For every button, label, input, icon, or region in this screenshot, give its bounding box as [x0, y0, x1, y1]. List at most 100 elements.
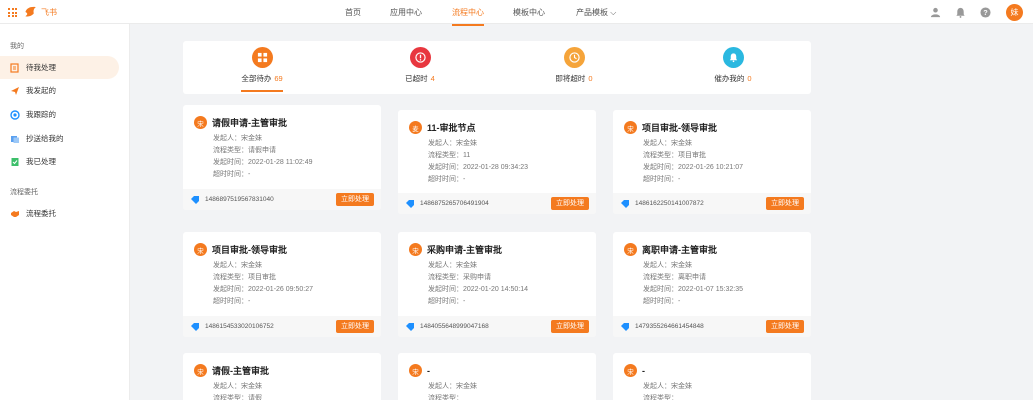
stat-label: 即将超时 — [555, 74, 586, 83]
field-label: 流程类型： — [428, 274, 463, 281]
task-title: 项目审批-领导审批 — [212, 245, 287, 255]
field-label: 流程类型： — [428, 152, 463, 159]
field-label: 发起人： — [428, 140, 456, 147]
tag-icon — [621, 200, 629, 208]
top-bar: 飞书 首页 应用中心 流程中心 模板中心 产品模板 ⌵ ? 妹 — [0, 0, 1033, 26]
type-value: 11 — [463, 152, 471, 159]
field-label: 超时时间： — [213, 171, 248, 178]
process-id: 1486875265706491904 — [420, 200, 489, 207]
tracking-icon — [10, 109, 20, 120]
time-value: 2022-01-28 11:02:49 — [248, 159, 313, 166]
task-card[interactable]: 宋项目审批-领导审批 发起人：宋金妹 流程类型：项目审批 发起时间：2022-0… — [613, 110, 811, 214]
time-value: 2022-01-28 09:34:23 — [463, 164, 528, 171]
field-label: 超时时间： — [643, 298, 678, 305]
task-title: - — [642, 365, 645, 376]
nav-product-template-label: 产品模板 — [576, 8, 608, 17]
alert-icon — [409, 47, 431, 68]
type-value: 请假 — [248, 395, 262, 400]
nav-template-center[interactable]: 模板中心 — [513, 7, 545, 18]
timeout-value: - — [678, 298, 681, 305]
initiator-avatar: 宋 — [409, 243, 422, 256]
sidebar-item-tracking[interactable]: 我跟踪的 — [0, 103, 119, 126]
stat-urged[interactable]: 催办我的 0 — [683, 47, 783, 84]
field-label: 流程类型： — [213, 274, 248, 281]
initiator-avatar: 宋 — [409, 364, 422, 377]
stat-due-soon[interactable]: 即将超时 0 — [524, 47, 624, 84]
field-label: 发起人： — [213, 135, 241, 142]
task-card[interactable]: 宋离职申请-主管审批 发起人：宋金妹 流程类型：离职申请 发起时间：2022-0… — [613, 232, 811, 337]
handshake-icon — [11, 210, 19, 217]
stat-label: 催办我的 — [714, 74, 745, 83]
sidebar-item-pending[interactable]: 待我处理 — [0, 56, 119, 79]
nav-product-template[interactable]: 产品模板 ⌵ — [576, 7, 616, 18]
field-label: 发起人： — [643, 262, 671, 269]
avatar[interactable]: 妹 — [1006, 3, 1023, 21]
tag-icon — [191, 196, 199, 204]
process-id: 1479355264661454848 — [635, 323, 704, 330]
bell-icon[interactable] — [951, 3, 969, 21]
task-card[interactable]: 麦 11-审批节点 发起人：宋金妹 流程类型：11 发起时间：2022-01-28… — [398, 110, 596, 214]
tag-icon — [191, 323, 199, 331]
svg-text:?: ? — [983, 7, 988, 16]
sidebar-item-cc[interactable]: 抄送给我的 — [0, 127, 119, 150]
process-now-button[interactable]: 立即处理 — [336, 193, 374, 206]
initiator-avatar: 宋 — [194, 116, 207, 129]
help-icon[interactable]: ? — [976, 3, 994, 21]
type-value: 请假申请 — [248, 147, 276, 154]
tag-icon — [621, 323, 629, 331]
time-value: 2022-01-07 15:32:35 — [678, 286, 743, 293]
task-title: - — [427, 365, 430, 376]
nav-home[interactable]: 首页 — [345, 7, 361, 18]
process-now-button[interactable]: 立即处理 — [766, 197, 804, 210]
field-label: 超时时间： — [428, 176, 463, 183]
nav-app-center[interactable]: 应用中心 — [390, 7, 422, 18]
field-label: 流程类型： — [643, 395, 678, 400]
task-title: 采购申请-主管审批 — [427, 245, 502, 255]
timeout-value: - — [678, 176, 681, 183]
field-label: 发起时间： — [643, 164, 678, 171]
stat-count: 4 — [430, 74, 435, 83]
task-card[interactable]: 宋项目审批-领导审批 发起人：宋金妹 流程类型：项目审批 发起时间：2022-0… — [183, 232, 381, 337]
user-icon[interactable] — [926, 3, 944, 21]
stat-count: 0 — [747, 74, 752, 83]
sidebar-item-delegate[interactable]: 流程委托 — [0, 202, 119, 225]
field-label: 发起人： — [213, 262, 241, 269]
task-card[interactable]: 宋请假-主管审批 发起人：宋金妹 流程类型：请假 — [183, 353, 381, 400]
initiator-value: 宋金妹 — [456, 262, 477, 269]
sidebar-section-delegate: 流程委托 — [10, 189, 38, 196]
sidebar-item-label: 抄送给我的 — [26, 134, 64, 143]
task-card[interactable]: 宋- 发起人：宋金妹 流程类型： — [398, 353, 596, 400]
timeout-value: - — [248, 171, 251, 178]
field-label: 超时时间： — [643, 176, 678, 183]
task-card[interactable]: 宋采购申请-主管审批 发起人：宋金妹 流程类型：采购申请 发起时间：2022-0… — [398, 232, 596, 337]
task-card[interactable]: 宋请假申请-主管审批 发起人：宋金妹 流程类型：请假申请 发起时间：2022-0… — [183, 105, 381, 210]
sidebar-item-initiated[interactable]: 我发起的 — [0, 79, 119, 102]
todo-list-icon — [10, 62, 19, 73]
cc-icon — [11, 135, 19, 143]
initiator-value: 宋金妹 — [241, 383, 262, 390]
stat-all-todo[interactable]: 全部待办 69 — [212, 47, 312, 92]
time-value: 2022-01-26 09:50:27 — [248, 286, 313, 293]
stat-count: 69 — [274, 74, 283, 83]
stat-label: 全部待办 — [241, 74, 272, 83]
stat-overdue[interactable]: 已超时 4 — [370, 47, 470, 84]
type-value: 采购申请 — [463, 274, 491, 281]
nav-process-center[interactable]: 流程中心 — [452, 7, 484, 26]
process-now-button[interactable]: 立即处理 — [551, 197, 589, 210]
stats-panel: 全部待办 69 已超时 4 即将超时 0 催办我的 0 — [183, 41, 811, 94]
timeout-value: - — [463, 298, 466, 305]
type-value: 离职申请 — [678, 274, 706, 281]
field-label: 超时时间： — [213, 298, 248, 305]
main-nav: 首页 应用中心 流程中心 模板中心 产品模板 ⌵ — [0, 0, 1033, 26]
process-id: 1486162250141007872 — [635, 200, 704, 207]
process-id: 1486154533020106752 — [205, 323, 274, 330]
task-card[interactable]: 宋- 发起人：宋金妹 流程类型： — [613, 353, 811, 400]
process-now-button[interactable]: 立即处理 — [336, 320, 374, 333]
tag-icon — [406, 323, 414, 331]
task-title: 请假-主管审批 — [212, 366, 269, 376]
sidebar-item-label: 我发起的 — [26, 86, 56, 95]
process-now-button[interactable]: 立即处理 — [766, 320, 804, 333]
process-now-button[interactable]: 立即处理 — [551, 320, 589, 333]
initiator-avatar: 宋 — [194, 364, 207, 377]
sidebar-item-done[interactable]: 我已处理 — [0, 150, 119, 173]
